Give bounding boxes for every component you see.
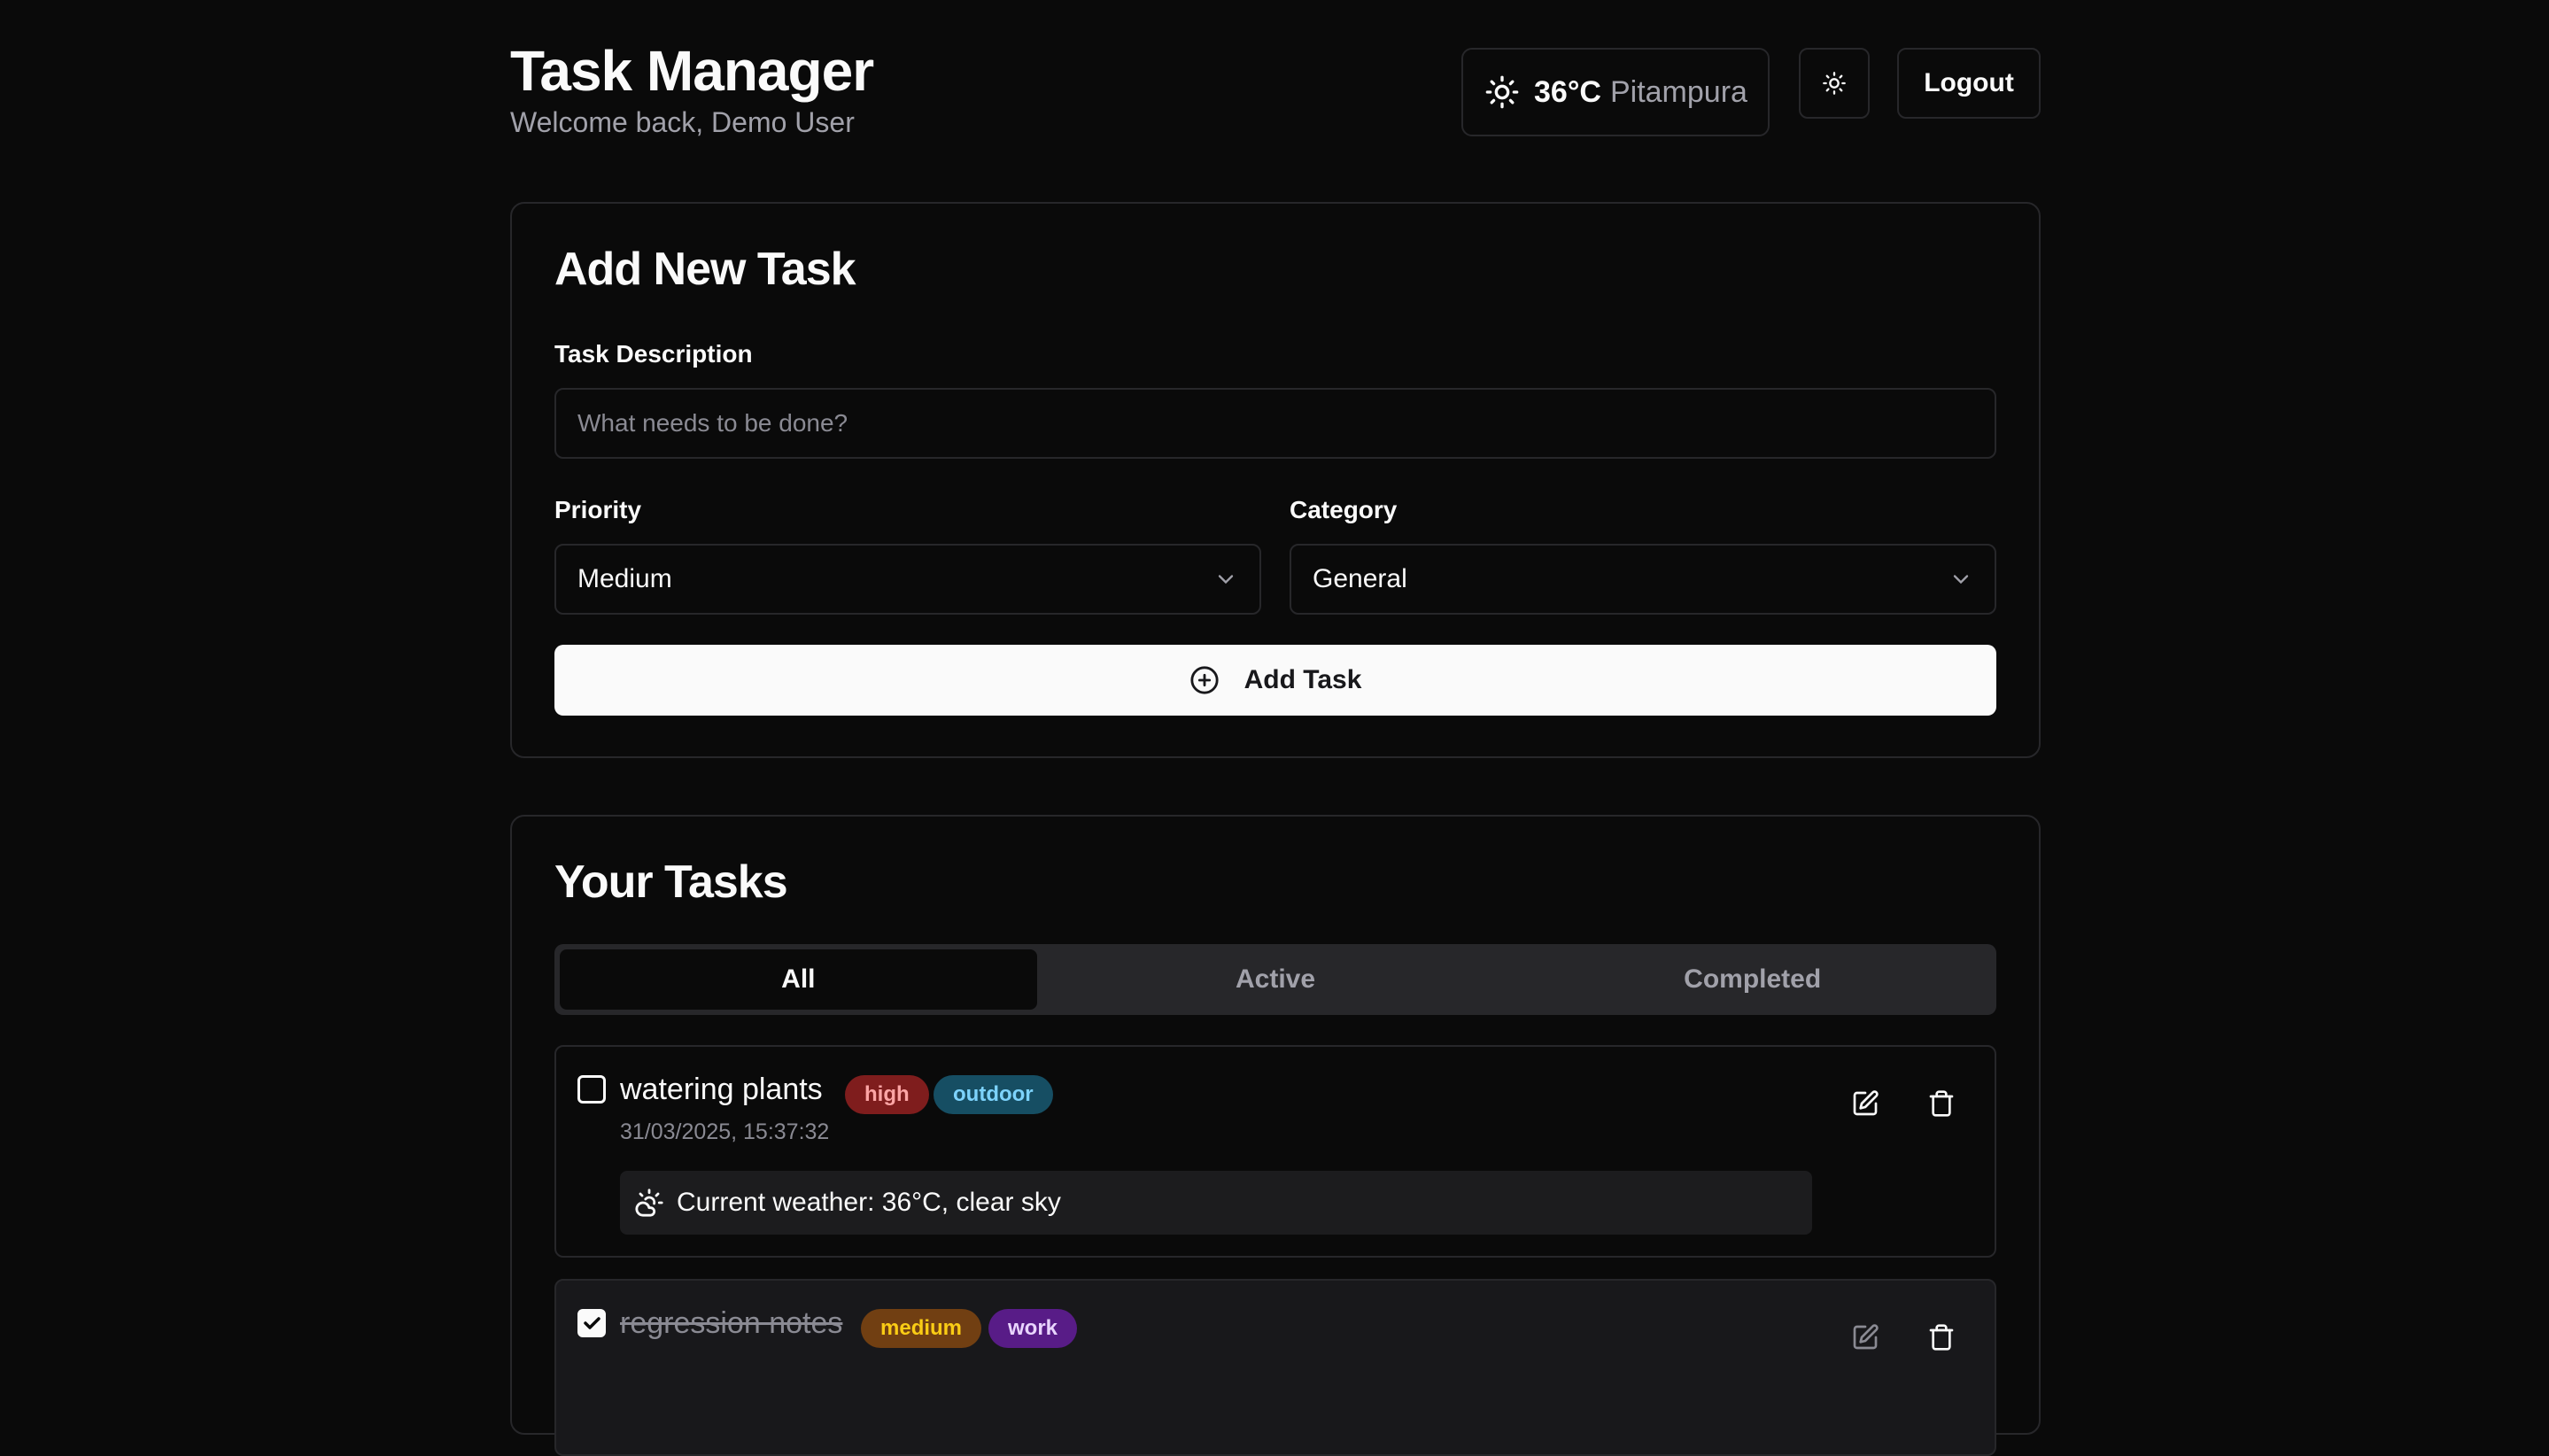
category-label: Category [1290,496,1398,523]
trash-icon [1929,1090,1954,1117]
plus-circle-icon [1190,666,1219,694]
tasks-card: Your Tasks All Active Completed watering… [510,815,2041,1456]
add-task-button-label: Add Task [1244,665,1362,694]
tab-active[interactable]: Active [1037,949,1515,1010]
priority-select[interactable]: Medium [554,544,1261,615]
logout-button[interactable]: Logout [1897,48,2041,119]
theme-toggle-button[interactable] [1799,48,1870,119]
priority-label: Priority [554,496,642,523]
tab-completed[interactable]: Completed [1514,949,1991,1010]
chevron-down-icon [1953,575,1969,585]
task-weather-note: Current weather: 36°C, clear sky [620,1171,1812,1235]
task-description-label: Task Description [554,340,753,368]
weather-city: Pitampura [1609,74,1747,109]
task-checkbox[interactable] [577,1309,606,1337]
task-timestamp: 31/03/2025, 15:37:32 [620,1119,830,1144]
delete-task-button[interactable] [1917,1079,1966,1128]
weather-note-text: Current weather: 36°C, clear sky [677,1188,1061,1217]
chevron-down-icon [1218,575,1234,585]
sun-cloud-icon [635,1189,663,1217]
task-title: watering plants [620,1073,823,1106]
task-item: watering plants high outdoor 31/03/2025,… [554,1045,1996,1258]
tasks-title: Your Tasks [554,856,788,908]
trash-icon [1929,1324,1954,1351]
weather-temperature: 36°C [1534,74,1601,109]
task-title: regression notes [620,1306,843,1340]
add-task-title: Add New Task [554,244,856,295]
edit-icon [1853,1090,1879,1116]
category-badge: outdoor [934,1075,1053,1114]
edit-icon [1853,1324,1879,1350]
priority-badge: medium [861,1309,982,1348]
add-task-card: Add New Task Task Description Priority M… [510,202,2041,758]
task-description-input[interactable] [554,388,1996,459]
delete-task-button[interactable] [1917,1313,1966,1362]
welcome-message: Welcome back, Demo User [510,106,855,138]
check-icon [584,1317,600,1329]
edit-task-button[interactable] [1840,1313,1890,1362]
category-value: General [1313,564,1407,593]
task-filter-tabs: All Active Completed [554,944,1996,1015]
header: Task Manager Welcome back, Demo User 36°… [510,35,2041,151]
task-item: regression notes medium work [554,1279,1996,1456]
weather-widget: 36°C Pitampura [1461,48,1770,136]
sun-icon [1823,72,1846,95]
priority-value: Medium [577,564,672,593]
category-badge: work [988,1309,1078,1348]
tab-all[interactable]: All [560,949,1037,1010]
sun-icon [1485,75,1519,109]
category-select[interactable]: General [1290,544,1996,615]
edit-task-button[interactable] [1840,1079,1890,1128]
task-checkbox[interactable] [577,1075,606,1104]
app-title: Task Manager [510,39,874,103]
priority-badge: high [845,1075,929,1114]
add-task-button[interactable]: Add Task [554,645,1996,716]
